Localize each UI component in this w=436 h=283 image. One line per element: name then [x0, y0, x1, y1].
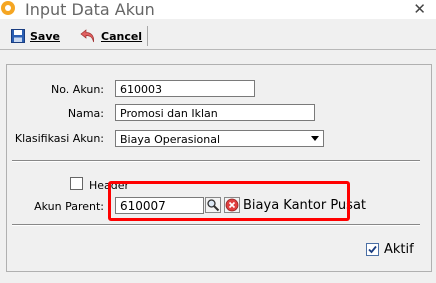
klasifikasi-select[interactable]: Biaya Operasional: [115, 130, 324, 147]
no-akun-input[interactable]: 610003: [115, 80, 255, 97]
toolbar-separator: [147, 26, 148, 46]
separator-bottom: [12, 224, 420, 226]
chevron-down-icon: [311, 136, 319, 141]
aktif-checkbox[interactable]: [366, 243, 379, 256]
akun-parent-label: Akun Parent:: [34, 200, 104, 213]
save-button[interactable]: Save: [11, 27, 60, 45]
toolbar: Save Cancel: [0, 23, 436, 50]
aktif-label: Aktif: [384, 242, 414, 257]
undo-arrow-icon: [80, 29, 95, 43]
floppy-disk-icon: [11, 29, 25, 43]
klasifikasi-value: Biaya Operasional: [120, 133, 221, 146]
highlight-box: [108, 181, 350, 221]
cancel-button[interactable]: Cancel: [80, 27, 142, 45]
save-button-label: Save: [30, 29, 60, 43]
separator-top: [12, 160, 420, 162]
cancel-button-label: Cancel: [101, 29, 143, 43]
klasifikasi-label: Klasifikasi Akun:: [14, 132, 104, 145]
no-akun-label: No. Akun:: [51, 83, 104, 96]
window-title: Input Data Akun: [25, 0, 155, 19]
title-bar: Input Data Akun ✕: [0, 0, 436, 19]
checkmark-icon: [368, 245, 377, 254]
header-checkbox[interactable]: [70, 177, 83, 190]
nama-input[interactable]: Promosi dan Iklan: [115, 104, 315, 121]
nama-label: Nama:: [67, 107, 104, 120]
app-logo-icon: [1, 1, 15, 15]
close-icon[interactable]: ✕: [413, 0, 426, 19]
